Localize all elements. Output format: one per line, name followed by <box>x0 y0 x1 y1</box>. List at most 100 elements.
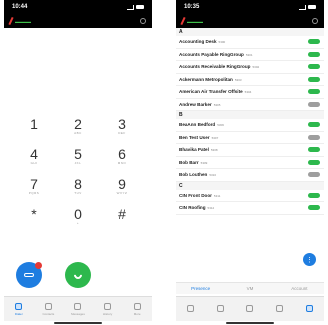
directory-entry[interactable]: Ben Test User 5307 <box>176 132 324 144</box>
entry-extension: 5300 <box>218 40 226 45</box>
refresh-icon[interactable] <box>312 18 318 24</box>
entry-extension: 5312 <box>207 206 215 211</box>
key-9[interactable]: 9 WXYZ <box>100 173 144 199</box>
entry-name-text: Bhavika Patel <box>179 147 209 153</box>
slash-icon <box>8 16 14 26</box>
tab-history[interactable]: History <box>93 297 123 321</box>
entry-extension: 5302 <box>252 65 260 70</box>
key-letters: GHI <box>30 161 38 165</box>
key-letters: + <box>76 221 80 225</box>
key-6[interactable]: 6 MNO <box>100 143 144 169</box>
entry-extension: 5308 <box>210 148 218 153</box>
entry-extension: 5311 <box>213 193 221 198</box>
entry-name: Ackermann Metropolitan 5303 <box>179 77 242 82</box>
key-hash[interactable]: # <box>100 203 144 229</box>
key-3[interactable]: 3 DEF <box>100 113 144 139</box>
entry-name: CIN Roofing 5312 <box>179 205 214 210</box>
dial-keypad: 1 2 ABC 3 DEF 4 GHI 5 JKL 6 MNO 7 PQRS 8 TUV 9W… <box>12 113 144 229</box>
tab-dialer[interactable]: Dialer <box>4 297 34 321</box>
history-icon <box>104 302 112 310</box>
directory-list: A Accounting Desk 5300 Accounts Payable R… <box>176 28 324 215</box>
key-star[interactable]: * <box>12 203 56 229</box>
presence-pill <box>308 134 320 140</box>
presence-pill <box>308 192 320 198</box>
directory-entry[interactable]: CIN Front Door 5311 <box>176 190 324 202</box>
entry-extension: 5310 <box>209 173 217 178</box>
key-digit: # <box>118 206 126 222</box>
call-actions <box>4 262 152 288</box>
messages-icon <box>246 304 254 312</box>
presence-pill <box>308 64 320 70</box>
key-digit: 5 <box>74 146 82 162</box>
segment-vm[interactable]: VM <box>225 283 274 294</box>
tab-messages[interactable] <box>235 297 265 321</box>
tab-messages[interactable]: Messages <box>63 297 93 321</box>
presence-pill <box>308 89 320 95</box>
directory-entry[interactable]: CIN Roofing 5312 <box>176 202 324 215</box>
entry-extension: 5303 <box>234 77 242 82</box>
key-digit: 6 <box>118 146 126 162</box>
segment-account[interactable]: Account <box>275 283 324 294</box>
directory-entry[interactable]: Accounts Receivable RingGroup 5302 <box>176 61 324 74</box>
key-1[interactable]: 1 <box>12 113 56 139</box>
tab-contacts[interactable] <box>206 297 236 321</box>
status-icons <box>299 4 316 10</box>
key-digit: 4 <box>30 146 38 162</box>
tab-directory[interactable] <box>294 297 324 321</box>
tab-bar: Dialer Contacts Messages History More <box>4 296 152 321</box>
dialpad-icon: ⋮ <box>306 256 313 264</box>
connection-status-icon: ▬▬▬▬ <box>15 18 31 24</box>
directory-entry[interactable]: American Air Transfer Offsite 5304 <box>176 86 324 99</box>
directory-entry[interactable]: Bob Louthen 5310 <box>176 169 324 182</box>
status-bar: 10:44 <box>4 0 152 14</box>
more-icon <box>133 302 141 310</box>
presence-pill <box>308 76 320 82</box>
presence-pill <box>308 101 320 107</box>
key-0[interactable]: 0 + <box>56 203 100 229</box>
contacts-icon <box>216 304 224 312</box>
tab-dialer[interactable] <box>176 297 206 321</box>
key-8[interactable]: 8 TUV <box>56 173 100 199</box>
directory-entry[interactable]: Accounting Desk 5300 <box>176 36 324 49</box>
section-header: B <box>176 111 324 119</box>
key-4[interactable]: 4 GHI <box>12 143 56 169</box>
battery-icon <box>308 5 316 9</box>
tab-history[interactable] <box>265 297 295 321</box>
dialpad-fab-button[interactable]: ⋮ <box>303 253 316 266</box>
key-5[interactable]: 5 JKL <box>56 143 100 169</box>
connection-status[interactable]: ▬▬▬▬ <box>8 16 31 26</box>
entry-name-text: Accounts Payable RingGroup <box>179 51 244 57</box>
directory-entry[interactable]: Bhavika Patel 5308 <box>176 144 324 157</box>
key-7[interactable]: 7 PQRS <box>12 173 56 199</box>
entry-extension: 5306 <box>217 123 224 128</box>
directory-entry[interactable]: Andrew Barker 5305 <box>176 99 324 111</box>
entry-name: BeaAnn Bedford 5306 <box>179 122 224 127</box>
tab-label: Messages <box>71 311 85 316</box>
connection-status[interactable]: ▬▬▬▬ <box>180 16 203 26</box>
presence-pill <box>308 205 320 211</box>
presence-pill <box>308 172 320 178</box>
presence-pill <box>308 147 320 153</box>
directory-entry[interactable]: Ackermann Metropolitan 5303 <box>176 74 324 86</box>
entry-name-text: Bob Barr <box>179 159 199 165</box>
key-2[interactable]: 2 ABC <box>56 113 100 139</box>
entry-name: Andrew Barker 5305 <box>179 102 220 107</box>
call-button[interactable] <box>65 262 91 288</box>
settings-gear-icon[interactable] <box>140 18 146 24</box>
segment-presence[interactable]: Presence <box>176 283 225 294</box>
dialer-screen: 10:44 ▬▬▬▬ 1 2 ABC 3 DEF 4 GHI 5 JKL 6 MNO 7P… <box>4 0 152 325</box>
entry-name-text: CIN Front Door <box>179 192 212 198</box>
directory-entry[interactable]: Accounts Payable RingGroup 5301 <box>176 49 324 61</box>
key-digit: 3 <box>118 116 126 132</box>
tab-contacts[interactable]: Contacts <box>34 297 64 321</box>
status-bar: 10:35 <box>176 0 324 14</box>
presence-pill <box>308 51 320 57</box>
tab-more[interactable]: More <box>122 297 152 321</box>
key-digit: * <box>31 206 37 222</box>
directory-entry[interactable]: Bob Barr 5309 <box>176 157 324 169</box>
entry-extension: 5305 <box>213 102 221 107</box>
connection-status-icon: ▬▬▬▬ <box>187 18 203 24</box>
voicemail-button[interactable] <box>16 262 42 288</box>
key-letters: PQRS <box>28 191 40 195</box>
directory-entry[interactable]: BeaAnn Bedford 5306 <box>176 119 324 132</box>
